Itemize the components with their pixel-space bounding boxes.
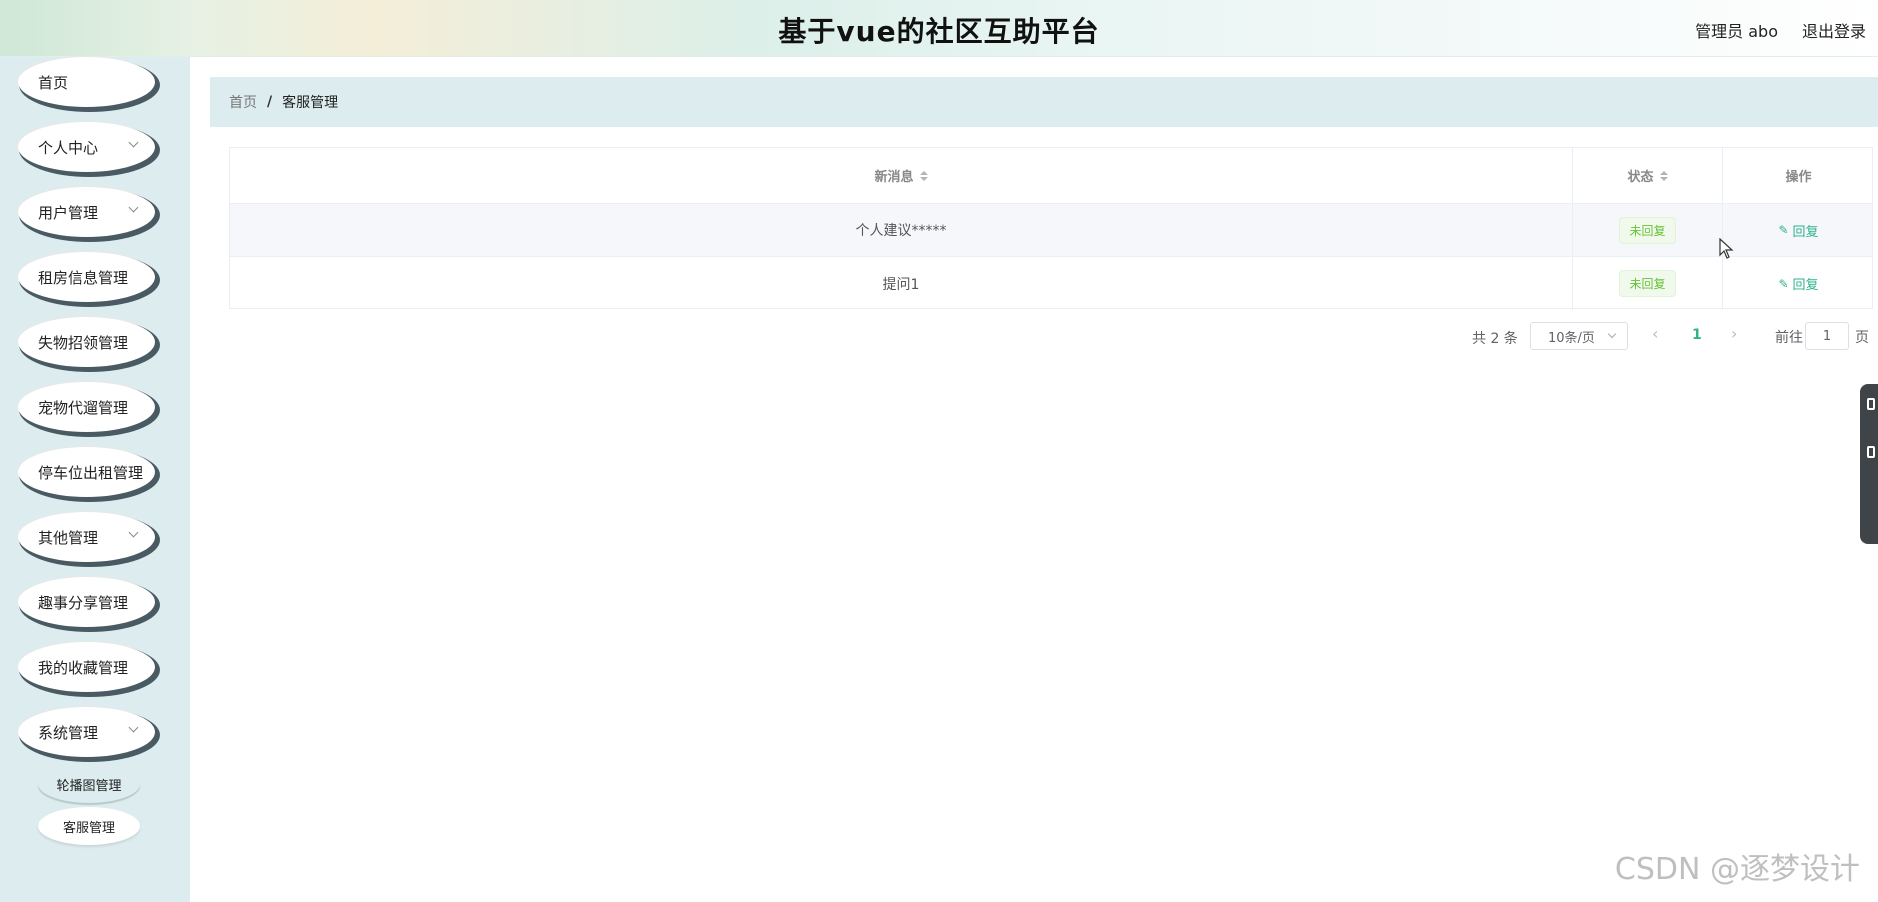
sidebar-item-pet-walking-management[interactable]: 宠物代遛管理 — [18, 382, 155, 432]
message-cell: 提问1 — [882, 276, 920, 293]
sidebar-item-label: 个人中心 — [38, 138, 99, 157]
chevron-down-icon — [128, 722, 139, 733]
sidebar-subitem-label: 轮播图管理 — [56, 778, 122, 794]
sidebar-item-label: 系统管理 — [38, 723, 99, 742]
reply-button-label: 回复 — [1792, 278, 1819, 293]
sidebar-subitem-customer-service[interactable]: 客服管理 — [38, 807, 140, 845]
sidebar-item-label: 停车位出租管理 — [38, 463, 144, 482]
page-unit-label: 页 — [1855, 330, 1869, 346]
sidebar-item-lost-found-management[interactable]: 失物招领管理 — [18, 317, 155, 367]
reply-button[interactable]: ✎ 回复 — [1778, 221, 1818, 240]
logout-button[interactable]: 退出登录 — [1802, 18, 1866, 42]
sort-icon[interactable] — [919, 170, 928, 181]
prev-page-button[interactable]: ‹ — [1652, 324, 1658, 352]
column-header-message[interactable]: 新消息 — [230, 148, 1572, 203]
chevron-down-icon — [1607, 329, 1617, 339]
table-header: 新消息 状态 操作 — [230, 148, 1872, 204]
next-page-button[interactable]: › — [1731, 324, 1737, 352]
sort-icon[interactable] — [1659, 170, 1668, 181]
edit-icon: ✎ — [1778, 276, 1789, 291]
chevron-down-icon — [128, 202, 139, 213]
mouse-cursor-icon — [1719, 238, 1734, 259]
sidebar-item-fun-share-management[interactable]: 趣事分享管理 — [18, 577, 155, 627]
header: 基于vue的社区互助平台 管理员 abo 退出登录 — [0, 0, 1878, 57]
goto-label: 前往 — [1775, 330, 1803, 346]
status-badge: 未回复 — [1619, 216, 1676, 244]
floating-toolbar[interactable] — [1860, 384, 1878, 544]
page-number-current[interactable]: 1 — [1692, 327, 1702, 355]
message-cell: 个人建议***** — [855, 223, 947, 239]
sidebar-subitem-label: 客服管理 — [62, 820, 115, 836]
sidebar-item-label: 用户管理 — [38, 203, 99, 222]
sidebar-item-user-management[interactable]: 用户管理 — [18, 187, 155, 237]
page-title: 基于vue的社区互助平台 — [778, 15, 1100, 48]
edit-icon: ✎ — [1778, 223, 1789, 237]
sidebar-item-label: 宠物代遛管理 — [38, 398, 129, 417]
sidebar-subitem-carousel-management[interactable]: 轮播图管理 — [38, 765, 140, 803]
column-header-label: 状态 — [1627, 170, 1654, 185]
breadcrumb-home-link[interactable]: 首页 — [229, 92, 257, 112]
breadcrumb-current: 客服管理 — [282, 95, 339, 111]
sidebar-item-other-management[interactable]: 其他管理 — [18, 512, 155, 562]
column-header-status[interactable]: 状态 — [1572, 148, 1722, 203]
chevron-down-icon — [128, 527, 139, 538]
action-cell: ✎ 回复 — [1722, 257, 1874, 310]
action-cell: ✎ 回复 — [1722, 204, 1874, 256]
reply-button[interactable]: ✎ 回复 — [1778, 274, 1819, 294]
sidebar-item-rental-management[interactable]: 租房信息管理 — [18, 252, 155, 302]
table-row: 个人建议***** 未回复 ✎ 回复 — [230, 204, 1872, 257]
sidebar-item-favorites-management[interactable]: 我的收藏管理 — [18, 642, 155, 692]
pagination-total: 共 2 条 — [1472, 331, 1518, 347]
reply-button-label: 回复 — [1792, 224, 1819, 240]
breadcrumb-separator: / — [267, 94, 273, 110]
goto-page-input[interactable] — [1805, 322, 1849, 350]
sidebar: 首页 个人中心 用户管理 租房信息管理 失物招领管理 宠物代遛管理 停车位出租管… — [0, 57, 190, 902]
page-size-value: 10条/页 — [1548, 330, 1595, 346]
table-row: 提问1 未回复 ✎ 回复 — [230, 257, 1872, 310]
sidebar-item-label: 租房信息管理 — [38, 268, 129, 287]
messages-table: 新消息 状态 操作 个人建议***** 未回复 ✎ 回复 提问1 未回复 ✎ 回… — [229, 147, 1873, 310]
column-header-label: 操作 — [1785, 170, 1812, 185]
sidebar-item-label: 趣事分享管理 — [38, 593, 129, 612]
breadcrumb: 首页 / 客服管理 — [210, 77, 1878, 127]
sidebar-item-label: 其他管理 — [38, 528, 99, 547]
sidebar-item-home[interactable]: 首页 — [18, 57, 155, 107]
status-cell: 未回复 — [1572, 257, 1722, 310]
sidebar-item-label: 失物招领管理 — [38, 333, 129, 352]
watermark: CSDN @逐梦设计 — [1614, 852, 1860, 887]
column-header-action: 操作 — [1722, 148, 1874, 203]
current-user: 管理员 abo — [1695, 22, 1778, 41]
page-size-select[interactable]: 10条/页 — [1530, 322, 1628, 350]
status-cell: 未回复 — [1572, 204, 1722, 256]
widget-icon — [1867, 398, 1875, 410]
sidebar-item-label: 首页 — [38, 73, 69, 92]
widget-icon — [1867, 446, 1875, 458]
sidebar-item-label: 我的收藏管理 — [38, 658, 129, 677]
sidebar-item-personal-center[interactable]: 个人中心 — [18, 122, 155, 172]
chevron-down-icon — [128, 137, 139, 148]
sidebar-item-parking-management[interactable]: 停车位出租管理 — [18, 447, 155, 497]
column-header-label: 新消息 — [874, 170, 914, 185]
status-badge: 未回复 — [1619, 270, 1676, 297]
sidebar-item-system-management[interactable]: 系统管理 — [18, 707, 155, 757]
